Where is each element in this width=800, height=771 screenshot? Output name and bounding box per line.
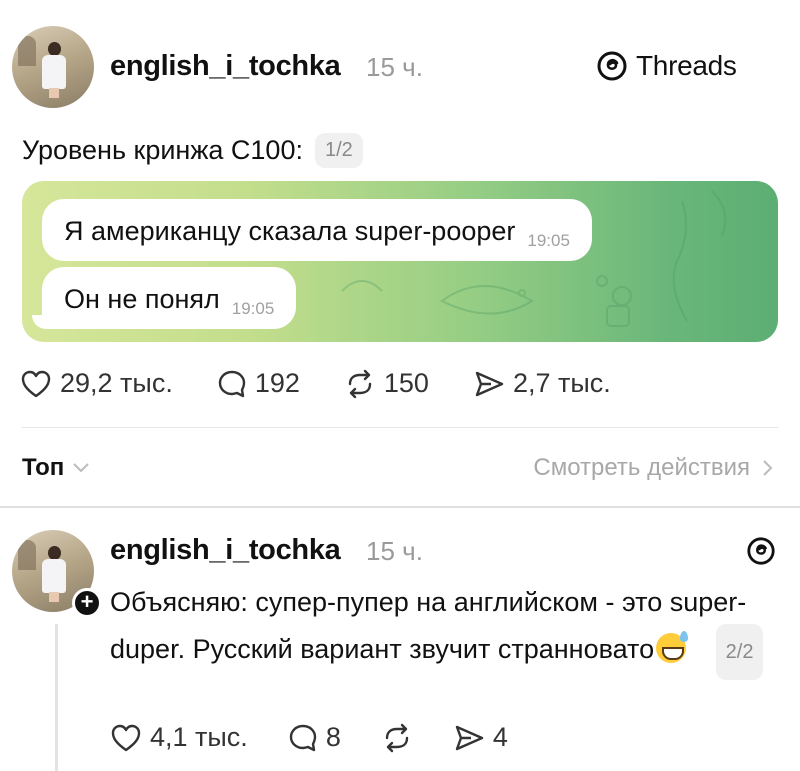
- share-button[interactable]: 4: [453, 722, 508, 753]
- chat-bubble: Он не понял 19:05: [42, 267, 297, 329]
- view-activity-label: Смотреть действия: [533, 454, 750, 481]
- chevron-right-icon: [763, 460, 773, 476]
- threads-brand-label: Threads: [636, 50, 737, 81]
- post-time: 15 ч.: [366, 52, 423, 82]
- threads-brand[interactable]: Threads: [596, 50, 737, 82]
- repost-count: 150: [383, 368, 429, 398]
- post-text: Уровень кринжа C100:: [22, 135, 303, 165]
- chat-bubble-text: Он не понял: [64, 284, 220, 314]
- threads-logo-icon[interactable]: [746, 536, 776, 566]
- reply-time: 15 ч.: [366, 536, 423, 566]
- reply-text-block: Объясняю: супер-пупер на английском - эт…: [110, 580, 780, 680]
- reply-username[interactable]: english_i_tochka: [110, 534, 341, 567]
- post-username[interactable]: english_i_tochka: [110, 50, 341, 83]
- post-action-bar: 29,2 тыс. 192 150 2,7 тыс.: [20, 368, 611, 399]
- share-count: 2,7 тыс.: [512, 368, 611, 398]
- chat-bubble-time: 19:05: [231, 299, 275, 318]
- comment-button[interactable]: 192: [217, 368, 300, 399]
- avatar[interactable]: [12, 26, 94, 108]
- like-count: 29,2 тыс.: [60, 368, 173, 398]
- chat-bubble-time: 19:05: [527, 231, 570, 250]
- post-text-row: Уровень кринжа C100: 1/2: [22, 133, 363, 168]
- reply-text: Объясняю: супер-пупер на английском - эт…: [110, 587, 747, 664]
- page-indicator: 1/2: [314, 133, 363, 168]
- divider: [22, 427, 778, 428]
- like-button[interactable]: 29,2 тыс.: [20, 368, 173, 399]
- repost-button[interactable]: [381, 723, 413, 753]
- share-count: 4: [492, 722, 508, 752]
- comment-count: 8: [325, 722, 341, 752]
- sweat-smile-emoji: [656, 631, 689, 663]
- avatar-figure: [42, 42, 66, 98]
- page-indicator: 2/2: [715, 624, 764, 680]
- chat-bubble: Я американцу сказала super-pooper 19:05: [42, 199, 592, 261]
- comment-icon: [289, 724, 317, 751]
- like-count: 4,1 тыс.: [150, 722, 248, 752]
- sort-label: Топ: [22, 454, 65, 481]
- avatar-background: [18, 540, 36, 570]
- share-icon: [455, 725, 484, 750]
- heart-icon: [21, 370, 51, 397]
- post-media-image[interactable]: Я американцу сказала super-pooper 19:05 …: [22, 181, 778, 342]
- section-divider: [0, 506, 800, 508]
- share-icon: [475, 371, 504, 396]
- share-button[interactable]: 2,7 тыс.: [473, 368, 611, 399]
- threads-logo-icon: [597, 51, 627, 81]
- avatar-background: [18, 36, 36, 66]
- avatar-figure: [42, 546, 66, 602]
- thread-line: [55, 624, 58, 771]
- sort-dropdown[interactable]: Топ: [22, 454, 90, 482]
- follow-plus-icon[interactable]: +: [72, 588, 102, 618]
- comment-icon: [218, 370, 246, 397]
- repost-icon: [348, 369, 372, 398]
- repost-icon: [385, 723, 409, 752]
- heart-icon: [111, 724, 141, 751]
- chat-bubble-text: Я американцу сказала super-pooper: [64, 216, 516, 246]
- repost-button[interactable]: 150: [344, 368, 429, 399]
- comment-button[interactable]: 8: [288, 722, 341, 753]
- like-button[interactable]: 4,1 тыс.: [110, 722, 248, 753]
- chevron-down-icon: [73, 463, 90, 473]
- reply-action-bar: 4,1 тыс. 8 4: [110, 722, 508, 753]
- comment-count: 192: [254, 368, 300, 398]
- view-activity-link[interactable]: Смотреть действия: [533, 454, 774, 482]
